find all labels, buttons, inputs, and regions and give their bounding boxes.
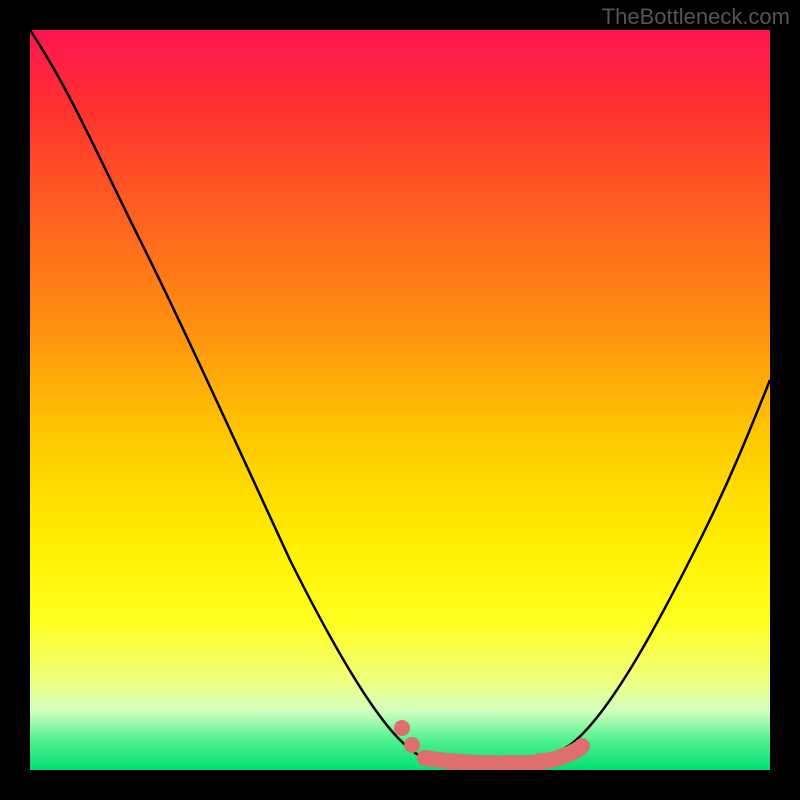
plot-area [30,30,770,770]
watermark-text: TheBottleneck.com [602,4,790,30]
highlight-markers [394,720,590,770]
chart-svg [30,30,770,770]
bottleneck-curve [30,30,770,762]
